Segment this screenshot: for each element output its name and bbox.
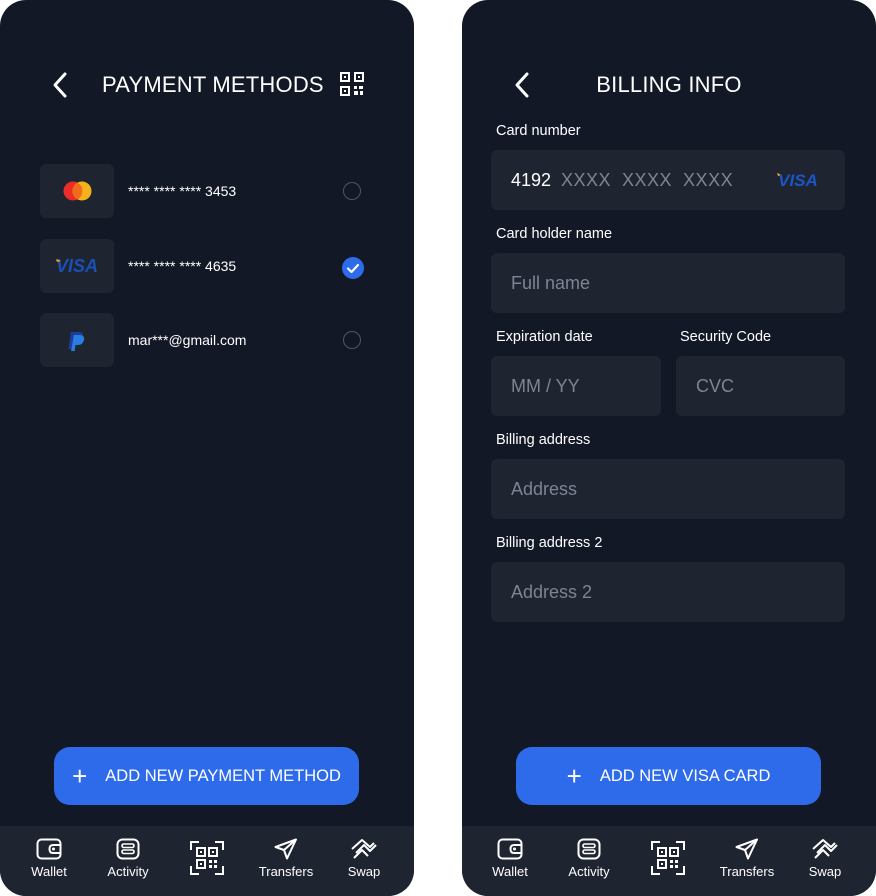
tab-label: Wallet bbox=[492, 864, 528, 879]
header: BILLING INFO bbox=[462, 60, 876, 108]
header: PAYMENT METHODS bbox=[0, 60, 414, 108]
wallet-icon bbox=[497, 838, 523, 860]
cvc-input[interactable] bbox=[696, 356, 825, 416]
page-title: BILLING INFO bbox=[596, 72, 742, 97]
tab-activity[interactable]: Activity bbox=[552, 838, 626, 879]
bottom-tab-bar: Wallet Activity Transfers Swap bbox=[462, 826, 876, 896]
billing-info-screen: BILLING INFO Card number 4192 XXXX XXXX … bbox=[462, 0, 876, 896]
swap-icon bbox=[812, 839, 838, 859]
send-icon bbox=[735, 838, 758, 860]
button-label: ADD NEW PAYMENT METHOD bbox=[105, 766, 341, 785]
payment-method-item[interactable]: VISA **** **** **** 4635 bbox=[40, 239, 370, 293]
page-title: PAYMENT METHODS bbox=[102, 72, 324, 97]
qr-scan-icon bbox=[190, 841, 224, 875]
tab-swap[interactable]: Swap bbox=[327, 838, 401, 879]
tab-scan[interactable] bbox=[170, 840, 244, 876]
payment-method-label: **** **** **** 4635 bbox=[128, 258, 237, 274]
billing-address2-label: Billing address 2 bbox=[496, 535, 603, 551]
expiration-field[interactable] bbox=[491, 356, 661, 416]
mastercard-logo bbox=[40, 164, 114, 218]
radio-button[interactable] bbox=[343, 182, 361, 200]
swap-icon bbox=[351, 839, 377, 859]
tab-label: Activity bbox=[568, 864, 610, 879]
svg-text:VISA: VISA bbox=[56, 256, 98, 276]
tab-label: Transfers bbox=[719, 864, 775, 879]
tab-label: Swap bbox=[347, 864, 381, 879]
payment-method-label: mar***@gmail.com bbox=[128, 332, 247, 348]
address2-input[interactable] bbox=[511, 562, 825, 622]
tab-label: Wallet bbox=[31, 864, 67, 879]
security-code-label: Security Code bbox=[680, 329, 772, 345]
plus-icon: + bbox=[72, 761, 88, 791]
paypal-logo bbox=[40, 313, 114, 367]
tab-wallet[interactable]: Wallet bbox=[473, 838, 547, 879]
card-holder-input[interactable] bbox=[511, 253, 825, 313]
radio-checked-icon[interactable] bbox=[342, 257, 364, 279]
payment-method-item[interactable]: **** **** **** 3453 bbox=[40, 164, 370, 218]
billing-address-field[interactable] bbox=[491, 459, 845, 519]
tab-label: Activity bbox=[107, 864, 149, 879]
tab-wallet[interactable]: Wallet bbox=[12, 838, 86, 879]
button-label: ADD NEW VISA CARD bbox=[599, 766, 771, 785]
expiration-input[interactable] bbox=[511, 356, 641, 416]
visa-logo: VISA bbox=[777, 171, 818, 189]
visa-logo: VISA bbox=[40, 239, 114, 293]
tab-swap[interactable]: Swap bbox=[788, 838, 862, 879]
add-payment-method-button[interactable]: + ADD NEW PAYMENT METHOD bbox=[54, 747, 359, 805]
payment-method-label: **** **** **** 3453 bbox=[128, 183, 237, 199]
card-number-mask: XXXX XXXX XXXX bbox=[561, 170, 734, 190]
card-holder-label: Card holder name bbox=[496, 226, 613, 242]
activity-icon bbox=[116, 838, 140, 860]
qr-code-icon[interactable] bbox=[340, 72, 364, 96]
card-number-first: 4192 bbox=[511, 170, 552, 190]
tab-activity[interactable]: Activity bbox=[91, 838, 165, 879]
back-chevron-icon[interactable] bbox=[44, 68, 78, 102]
wallet-icon bbox=[36, 838, 62, 860]
payment-methods-screen: PAYMENT METHODS **** **** **** 3453 VISA… bbox=[0, 0, 414, 896]
tab-transfers[interactable]: Transfers bbox=[710, 838, 784, 879]
tab-label: Swap bbox=[808, 864, 842, 879]
card-holder-field[interactable] bbox=[491, 253, 845, 313]
billing-address2-field[interactable] bbox=[491, 562, 845, 622]
add-visa-card-button[interactable]: + ADD NEW VISA CARD bbox=[516, 747, 821, 805]
payment-method-item[interactable]: mar***@gmail.com bbox=[40, 313, 370, 367]
security-code-field[interactable] bbox=[676, 356, 845, 416]
radio-button[interactable] bbox=[343, 331, 361, 349]
card-number-field[interactable]: 4192 XXXX XXXX XXXX VISA bbox=[491, 150, 845, 210]
card-brand: VISA bbox=[778, 171, 818, 189]
billing-address-label: Billing address bbox=[496, 432, 591, 448]
qr-scan-icon bbox=[651, 841, 685, 875]
tab-scan[interactable] bbox=[631, 840, 705, 876]
tab-transfers[interactable]: Transfers bbox=[249, 838, 323, 879]
activity-icon bbox=[577, 838, 601, 860]
bottom-tab-bar: Wallet Activity Transfers Swap bbox=[0, 826, 414, 896]
send-icon bbox=[274, 838, 297, 860]
tab-label: Transfers bbox=[258, 864, 314, 879]
address-input[interactable] bbox=[511, 459, 825, 519]
plus-icon: + bbox=[566, 761, 582, 791]
expiration-label: Expiration date bbox=[496, 329, 593, 345]
card-number-label: Card number bbox=[496, 123, 581, 139]
